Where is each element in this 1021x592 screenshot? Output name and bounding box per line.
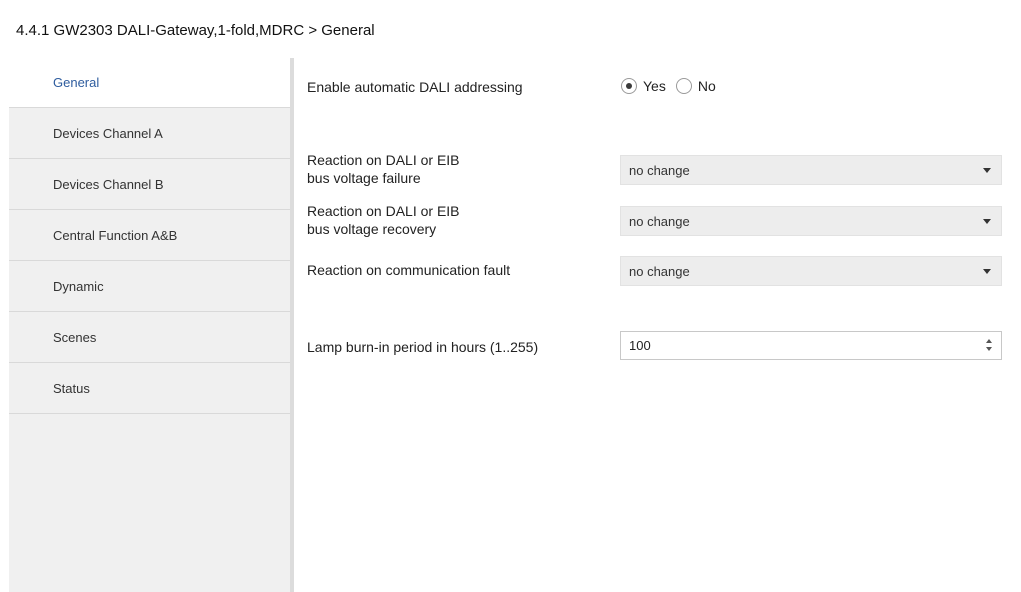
communication-fault-label: Reaction on communication fault [307, 262, 511, 278]
auto-addressing-label: Enable automatic DALI addressing [307, 79, 523, 95]
voltage-failure-dropdown[interactable]: no change [620, 155, 1002, 185]
sidebar-item-scenes[interactable]: Scenes [9, 313, 290, 363]
title-bar: 4.4.1 GW2303 DALI-Gateway,1-fold,MDRC > … [0, 0, 1021, 58]
burn-in-period-value[interactable]: 100 [629, 338, 651, 353]
sidebar-item-label: General [53, 75, 100, 90]
sidebar-item-status[interactable]: Status [9, 364, 290, 414]
sidebar-item-devices-channel-a[interactable]: Devices Channel A [9, 109, 290, 159]
chevron-down-icon [983, 168, 991, 173]
sidebar-item-label: Devices Channel A [53, 126, 163, 141]
voltage-recovery-label-line1: Reaction on DALI or EIB [307, 203, 460, 219]
voltage-recovery-label-line2: bus voltage recovery [307, 221, 437, 237]
voltage-recovery-dropdown[interactable]: no change [620, 206, 1002, 236]
sidebar-item-dynamic[interactable]: Dynamic [9, 262, 290, 312]
radio-yes[interactable] [621, 78, 637, 94]
spin-up-icon[interactable] [986, 339, 992, 343]
voltage-recovery-value: no change [629, 214, 690, 229]
chevron-down-icon [983, 219, 991, 224]
sidebar-item-central-function[interactable]: Central Function A&B [9, 211, 290, 261]
radio-no-label[interactable]: No [698, 78, 716, 94]
sidebar-divider[interactable] [290, 58, 294, 592]
chevron-down-icon [983, 269, 991, 274]
voltage-failure-value: no change [629, 163, 690, 178]
voltage-failure-label: Reaction on DALI or EIB bus voltage fail… [307, 151, 460, 187]
parameter-window: 4.4.1 GW2303 DALI-Gateway,1-fold,MDRC > … [0, 0, 1021, 592]
sidebar-item-label: Dynamic [53, 279, 104, 294]
auto-addressing-radio-group: Yes No [621, 77, 726, 95]
sidebar-item-devices-channel-b[interactable]: Devices Channel B [9, 160, 290, 210]
voltage-failure-label-line2: bus voltage failure [307, 170, 421, 186]
burn-in-period-spinbox[interactable]: 100 [620, 331, 1002, 360]
sidebar: General Devices Channel A Devices Channe… [9, 58, 290, 592]
sidebar-item-label: Devices Channel B [53, 177, 164, 192]
voltage-recovery-label: Reaction on DALI or EIB bus voltage reco… [307, 202, 460, 238]
burn-in-period-label: Lamp burn-in period in hours (1..255) [307, 339, 539, 355]
window-title: 4.4.1 GW2303 DALI-Gateway,1-fold,MDRC > … [16, 22, 375, 39]
radio-yes-label[interactable]: Yes [643, 78, 666, 94]
spin-down-icon[interactable] [986, 347, 992, 351]
sidebar-item-label: Status [53, 381, 90, 396]
voltage-failure-label-line1: Reaction on DALI or EIB [307, 152, 460, 168]
sidebar-item-label: Central Function A&B [53, 228, 178, 243]
communication-fault-dropdown[interactable]: no change [620, 256, 1002, 286]
sidebar-item-general[interactable]: General [9, 58, 290, 108]
communication-fault-value: no change [629, 264, 690, 279]
sidebar-item-label: Scenes [53, 330, 97, 345]
radio-no[interactable] [675, 78, 692, 94]
